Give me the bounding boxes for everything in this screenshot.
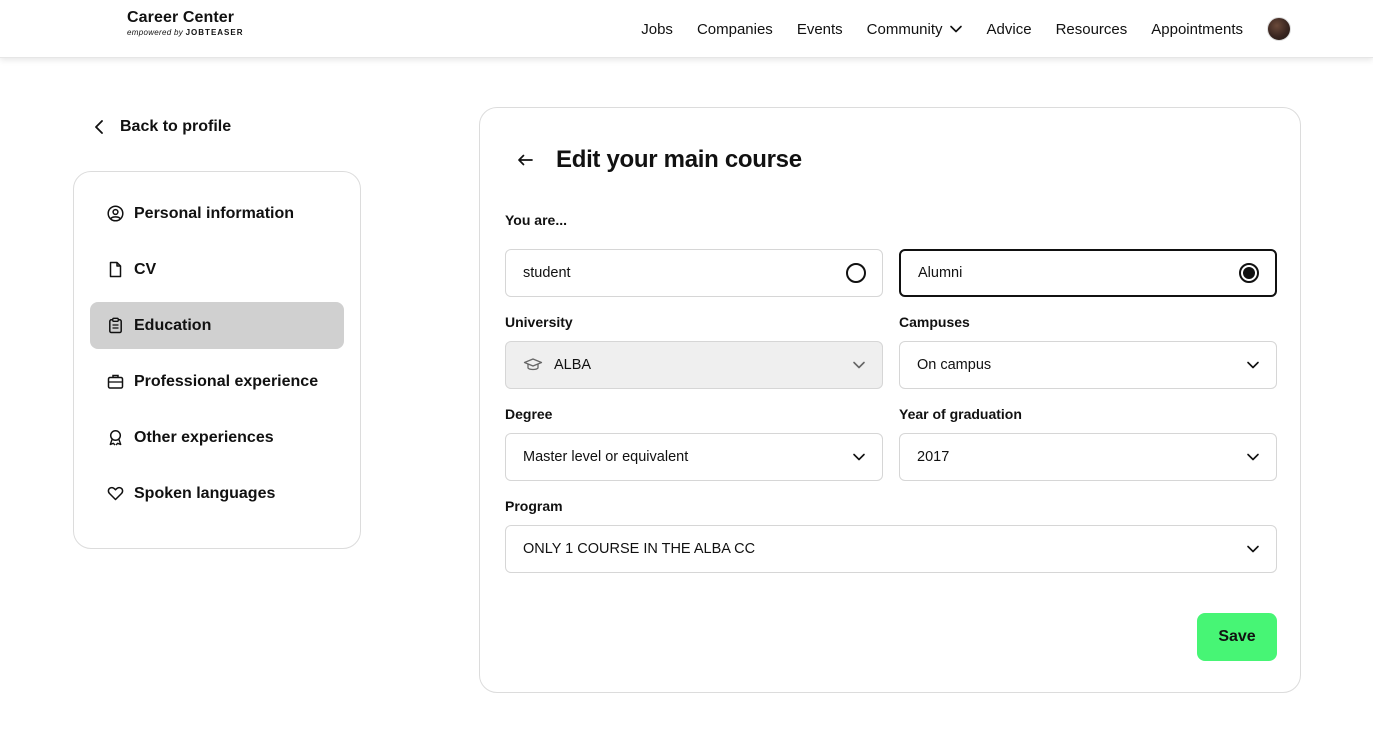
sidebar-item-spoken-languages[interactable]: Spoken languages: [90, 470, 344, 517]
brand-subtitle-name: JOBTEASER: [185, 28, 244, 37]
nav-appointments[interactable]: Appointments: [1151, 21, 1243, 38]
edit-course-card: Edit your main course You are... student…: [479, 107, 1301, 693]
clipboard-icon: [107, 317, 124, 334]
graduation-cap-icon: [523, 358, 543, 371]
program-select[interactable]: ONLY 1 COURSE IN THE ALBA CC: [505, 525, 1277, 573]
sidebar-item-label: Personal information: [134, 204, 295, 222]
nav-jobs[interactable]: Jobs: [641, 21, 673, 38]
card-header: Edit your main course: [516, 146, 802, 174]
user-circle-icon: [107, 205, 124, 222]
top-header: Career Center empowered by JOBTEASER Job…: [0, 0, 1373, 58]
user-avatar[interactable]: [1267, 17, 1291, 41]
status-option-alumni[interactable]: Alumni: [899, 249, 1277, 297]
sidebar-item-label: CV: [134, 260, 157, 278]
year-of-graduation-label: Year of graduation: [899, 406, 1022, 422]
arrow-left-icon[interactable]: [516, 153, 534, 167]
page-title: Edit your main course: [556, 146, 802, 173]
document-icon: [107, 261, 124, 278]
sidebar-item-label: Spoken languages: [134, 484, 276, 502]
award-icon: [107, 429, 124, 446]
degree-value: Master level or equivalent: [523, 449, 689, 465]
radio-unselected[interactable]: [846, 263, 866, 283]
nav-resources[interactable]: Resources: [1056, 21, 1128, 38]
chevron-down-icon: [853, 361, 865, 369]
save-button[interactable]: Save: [1197, 613, 1277, 661]
back-to-profile-link[interactable]: Back to profile: [92, 118, 231, 136]
option-label: student: [523, 265, 571, 281]
nav-community-label: Community: [866, 20, 943, 38]
nav-advice[interactable]: Advice: [987, 21, 1032, 38]
profile-sidebar: Personal information CV Education Profes…: [73, 171, 361, 549]
sidebar-item-label: Education: [134, 316, 212, 334]
program-label: Program: [505, 498, 563, 514]
degree-label: Degree: [505, 406, 553, 422]
brand-subtitle-prefix: empowered by: [127, 28, 184, 37]
nav-events[interactable]: Events: [797, 21, 843, 38]
campuses-value: On campus: [917, 357, 992, 373]
briefcase-icon: [107, 373, 124, 390]
degree-select[interactable]: Master level or equivalent: [505, 433, 883, 481]
sidebar-item-personal-information[interactable]: Personal information: [90, 190, 344, 237]
sidebar-item-other-experiences[interactable]: Other experiences: [90, 414, 344, 461]
radio-selected[interactable]: [1239, 263, 1259, 283]
brand-title: Career Center: [127, 9, 235, 26]
sidebar-item-education[interactable]: Education: [90, 302, 344, 349]
chevron-down-icon: [1247, 453, 1259, 461]
brand-subtitle: empowered by JOBTEASER: [127, 28, 244, 37]
university-value: ALBA: [554, 357, 592, 373]
nav-community[interactable]: Community: [867, 21, 963, 38]
nav-companies[interactable]: Companies: [697, 21, 773, 38]
chevron-down-icon: [949, 25, 962, 33]
main-nav: Jobs Companies Events Community Advice R…: [617, 0, 1291, 58]
sidebar-item-cv[interactable]: CV: [90, 246, 344, 293]
back-to-profile-label: Back to profile: [120, 118, 232, 135]
year-of-graduation-select[interactable]: 2017: [899, 433, 1277, 481]
brand-logo[interactable]: Career Center empowered by JOBTEASER: [127, 9, 244, 37]
chevron-down-icon: [853, 453, 865, 461]
heart-icon: [107, 485, 124, 502]
year-value: 2017: [917, 449, 950, 465]
sidebar-item-label: Other experiences: [134, 428, 274, 446]
program-value: ONLY 1 COURSE IN THE ALBA CC: [523, 541, 756, 557]
campuses-select[interactable]: On campus: [899, 341, 1277, 389]
sidebar-item-label: Professional experience: [134, 372, 319, 390]
chevron-down-icon: [1247, 361, 1259, 369]
university-select: ALBA: [505, 341, 883, 389]
chevron-down-icon: [1247, 545, 1259, 553]
sidebar-item-professional-experience[interactable]: Professional experience: [90, 358, 344, 405]
option-label: Alumni: [918, 265, 963, 281]
you-are-label: You are...: [505, 212, 567, 228]
campuses-label: Campuses: [899, 314, 970, 330]
chevron-left-icon: [95, 120, 103, 134]
radio-dot: [1243, 267, 1255, 279]
status-option-student[interactable]: student: [505, 249, 883, 297]
university-label: University: [505, 314, 573, 330]
